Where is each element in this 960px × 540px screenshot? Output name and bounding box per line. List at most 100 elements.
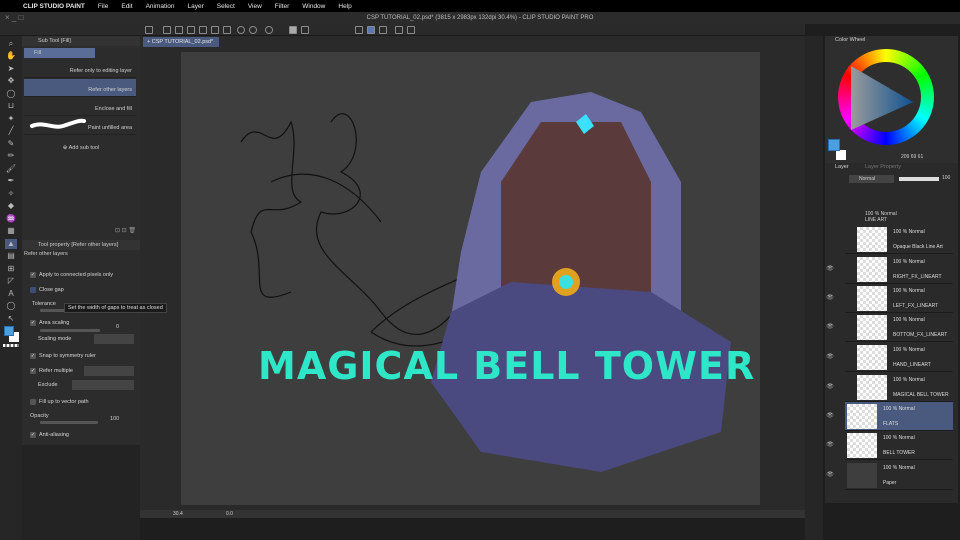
balloon-tool-icon[interactable]: ◯	[5, 301, 17, 311]
frame-tool-icon[interactable]: ▦	[5, 226, 17, 236]
eye-icon[interactable]: 👁	[825, 383, 835, 390]
material-icon[interactable]	[407, 26, 415, 34]
layer-folder-line-art[interactable]: 100 % Normal LINE ART	[865, 211, 897, 223]
export-icon[interactable]	[199, 26, 207, 34]
document-tab[interactable]: + CSP TUTORIAL_02.psd*	[143, 37, 219, 47]
zoom-tool-icon[interactable]: ⌕	[5, 39, 17, 49]
apply-connected-checkbox[interactable]: ✓ Apply to connected pixels only	[30, 272, 113, 278]
menu-edit[interactable]: Edit	[121, 3, 132, 10]
exclude-buttons[interactable]	[72, 380, 134, 390]
hand-tool-icon[interactable]: ✋	[5, 51, 17, 61]
eraser-tool-icon[interactable]: ◆	[5, 201, 17, 211]
area-scaling-value[interactable]: 0	[116, 324, 119, 330]
close-gap-checkbox[interactable]: Close gap	[30, 287, 64, 293]
layer-row[interactable]: 100 % Normal Opaque Black Line Art	[845, 225, 953, 254]
color-swatch[interactable]	[3, 326, 19, 342]
layer-tab[interactable]: Layer	[835, 164, 849, 170]
deselect-icon[interactable]	[265, 26, 273, 34]
refer-multiple-checkbox[interactable]: ✓ Refer multiple	[30, 368, 73, 374]
export3-icon[interactable]	[223, 26, 231, 34]
brush-tool-icon[interactable]: 🖌	[5, 164, 17, 174]
sub-tool-refer-other[interactable]: Refer other layers	[24, 79, 136, 97]
layer-row[interactable]: 👁 100 % Normal Paper	[826, 461, 953, 490]
export2-icon[interactable]	[211, 26, 219, 34]
sub-tool-actions-icon[interactable]: ⊡ ⊡ 🗑	[115, 227, 136, 234]
menu-select[interactable]: Select	[217, 3, 235, 10]
save-icon[interactable]	[187, 26, 195, 34]
zoom-value[interactable]: 30.4	[173, 511, 183, 517]
layer-row[interactable]: 👁 100 % Normal RIGHT_FX_LINEART	[826, 255, 953, 284]
menu-file[interactable]: File	[98, 3, 108, 10]
eye-icon[interactable]: 👁	[825, 323, 835, 330]
sub-tool-refer-editing[interactable]: Refer only to editing layer	[24, 60, 136, 78]
ruler-icon[interactable]	[355, 26, 363, 34]
ruler-tool-icon[interactable]: ◸	[5, 276, 17, 286]
open-icon[interactable]	[175, 26, 183, 34]
background-color-swatch[interactable]	[836, 150, 846, 160]
add-sub-tool-button[interactable]: ⊕ Add sub tool	[22, 145, 140, 151]
layer-opacity-value[interactable]: 100	[942, 175, 950, 181]
3d-icon[interactable]	[395, 26, 403, 34]
gradient-tool-icon[interactable]: ▤	[5, 251, 17, 261]
menu-animation[interactable]: Animation	[146, 3, 175, 10]
snap-grid-icon[interactable]	[379, 26, 387, 34]
correct-line-icon[interactable]: ↖	[5, 314, 17, 324]
airbrush-tool-icon[interactable]: ✒	[5, 176, 17, 186]
blend-tool-icon[interactable]: ♒	[5, 214, 17, 224]
eye-icon[interactable]: 👁	[825, 441, 835, 448]
new-file-icon[interactable]	[163, 26, 171, 34]
fill-vector-checkbox[interactable]: Fill up to vector path	[30, 399, 89, 405]
eyedropper-icon[interactable]: ╱	[5, 126, 17, 136]
eye-icon[interactable]: 👁	[825, 294, 835, 301]
eye-icon[interactable]: 👁	[825, 265, 835, 272]
rotation-value[interactable]: 0.0	[226, 511, 233, 517]
menu-view[interactable]: View	[248, 3, 262, 10]
magic-wand-icon[interactable]: ✦	[5, 114, 17, 124]
menu-help[interactable]: Help	[338, 3, 351, 10]
sub-tool-paint-unfilled[interactable]: Paint unfilled area	[24, 117, 136, 135]
opacity-value[interactable]: 100	[110, 416, 119, 422]
area-scaling-slider[interactable]	[40, 329, 100, 332]
redo-icon[interactable]	[249, 26, 257, 34]
undo-icon[interactable]	[237, 26, 245, 34]
canvas[interactable]: MAGICAL BELL TOWER	[181, 52, 760, 505]
app-menu[interactable]: CLIP STUDIO PAINT	[23, 3, 85, 10]
operation-tool-icon[interactable]: ➤	[5, 64, 17, 74]
layer-opacity-slider[interactable]	[899, 177, 939, 181]
eye-icon[interactable]: 👁	[825, 353, 835, 360]
pencil-tool-icon[interactable]: ✏	[5, 151, 17, 161]
pen-tool-icon[interactable]: ✎	[5, 139, 17, 149]
layer-row[interactable]: 👁 100 % Normal MAGICAL BELL TOWER	[826, 373, 953, 402]
menu-filter[interactable]: Filter	[275, 3, 289, 10]
move-tool-icon[interactable]: ✥	[5, 76, 17, 86]
eye-icon[interactable]: 👁	[825, 412, 835, 419]
sub-tool-group-fill[interactable]: Fill	[24, 48, 95, 58]
transform-icon[interactable]	[301, 26, 309, 34]
opacity-slider[interactable]	[40, 421, 98, 424]
clip-studio-icon[interactable]	[145, 26, 153, 34]
fill-tool-icon[interactable]: ▲	[5, 238, 17, 249]
eye-icon[interactable]: 👁	[825, 471, 835, 478]
layer-row[interactable]: 👁 100 % Normal BELL TOWER	[826, 431, 953, 460]
color-wheel-tab[interactable]: Color Wheel	[835, 37, 865, 43]
blend-mode-select[interactable]: Normal	[849, 175, 894, 183]
layer-row[interactable]: 👁 100 % Normal LEFT_FX_LINEART	[826, 284, 953, 313]
refer-multiple-buttons[interactable]	[84, 366, 134, 376]
menu-window[interactable]: Window	[302, 3, 325, 10]
snap-ruler-icon[interactable]	[367, 26, 375, 34]
area-scaling-checkbox[interactable]: ✓ Area scaling	[30, 320, 69, 326]
sub-tool-enclose[interactable]: Enclose and fill	[24, 98, 136, 116]
lasso-tool-icon[interactable]: ◯	[5, 89, 17, 99]
frame-border-icon[interactable]: ⊞	[5, 264, 17, 274]
text-tool-icon[interactable]: A	[5, 289, 17, 299]
anti-aliasing-checkbox[interactable]: ✓ Anti-aliasing	[30, 432, 69, 438]
scaling-mode-buttons[interactable]	[94, 334, 134, 344]
layer-row[interactable]: 👁 100 % Normal HAND_LINEART	[826, 343, 953, 372]
fill-icon[interactable]	[289, 26, 297, 34]
main-color-swatch[interactable]	[828, 139, 840, 151]
transparent-color-icon[interactable]	[3, 344, 19, 347]
snap-symmetry-checkbox[interactable]: ✓ Snap to symmetry ruler	[30, 353, 96, 359]
layer-row[interactable]: 👁 100 % Normal FLATS	[826, 402, 953, 431]
menu-layer[interactable]: Layer	[187, 3, 203, 10]
layer-row[interactable]: 👁 100 % Normal BOTTOM_FX_LINEART	[826, 313, 953, 342]
